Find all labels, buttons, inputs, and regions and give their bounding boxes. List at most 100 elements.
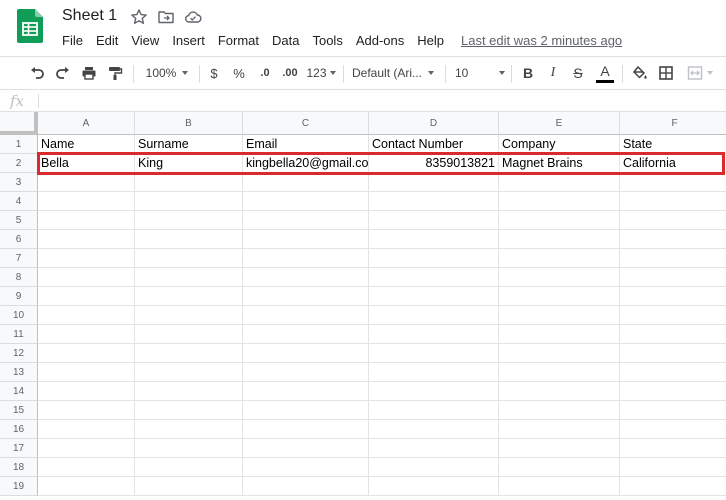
- cell-f18[interactable]: [620, 458, 726, 477]
- cell-a4[interactable]: [38, 192, 135, 211]
- cell-c16[interactable]: [243, 420, 369, 439]
- cell-e11[interactable]: [499, 325, 620, 344]
- cell-b8[interactable]: [135, 268, 243, 287]
- cell-b3[interactable]: [135, 173, 243, 192]
- row-header-4[interactable]: 4: [0, 192, 38, 211]
- menu-edit[interactable]: Edit: [96, 33, 118, 51]
- cell-d15[interactable]: [369, 401, 499, 420]
- cell-b2[interactable]: King: [135, 154, 243, 173]
- cell-b11[interactable]: [135, 325, 243, 344]
- cell-b18[interactable]: [135, 458, 243, 477]
- cell-b4[interactable]: [135, 192, 243, 211]
- cell-d8[interactable]: [369, 268, 499, 287]
- cell-d11[interactable]: [369, 325, 499, 344]
- cell-a1[interactable]: Name: [38, 135, 135, 154]
- row-header-18[interactable]: 18: [0, 458, 38, 477]
- row-header-17[interactable]: 17: [0, 439, 38, 458]
- cell-c6[interactable]: [243, 230, 369, 249]
- italic-button[interactable]: I: [543, 57, 563, 89]
- cell-b10[interactable]: [135, 306, 243, 325]
- row-header-9[interactable]: 9: [0, 287, 38, 306]
- more-formats-select[interactable]: 123: [304, 57, 338, 89]
- row-header-5[interactable]: 5: [0, 211, 38, 230]
- cell-e13[interactable]: [499, 363, 620, 382]
- row-header-14[interactable]: 14: [0, 382, 38, 401]
- cell-c11[interactable]: [243, 325, 369, 344]
- cell-f6[interactable]: [620, 230, 726, 249]
- borders-button[interactable]: [656, 57, 676, 89]
- cell-a19[interactable]: [38, 477, 135, 496]
- cell-f16[interactable]: [620, 420, 726, 439]
- cell-a6[interactable]: [38, 230, 135, 249]
- cell-f4[interactable]: [620, 192, 726, 211]
- sheets-logo-icon[interactable]: [17, 9, 43, 43]
- menu-add-ons[interactable]: Add-ons: [356, 33, 404, 51]
- cell-e2[interactable]: Magnet Brains: [499, 154, 620, 173]
- cell-c10[interactable]: [243, 306, 369, 325]
- cell-f17[interactable]: [620, 439, 726, 458]
- cell-b16[interactable]: [135, 420, 243, 439]
- cell-e15[interactable]: [499, 401, 620, 420]
- cell-e1[interactable]: Company: [499, 135, 620, 154]
- move-folder-icon[interactable]: [157, 8, 175, 26]
- select-all-corner[interactable]: [0, 112, 38, 135]
- cell-c1[interactable]: Email: [243, 135, 369, 154]
- cell-d2[interactable]: 8359013821: [369, 154, 499, 173]
- formula-input[interactable]: [46, 93, 716, 109]
- menu-view[interactable]: View: [131, 33, 159, 51]
- font-family-select[interactable]: Default (Ari...: [352, 57, 438, 89]
- decrease-decimal-button[interactable]: .0: [254, 57, 276, 89]
- cell-f5[interactable]: [620, 211, 726, 230]
- row-header-13[interactable]: 13: [0, 363, 38, 382]
- cell-d18[interactable]: [369, 458, 499, 477]
- cell-e6[interactable]: [499, 230, 620, 249]
- undo-button[interactable]: [26, 57, 48, 89]
- cell-a16[interactable]: [38, 420, 135, 439]
- cell-c7[interactable]: [243, 249, 369, 268]
- column-header-d[interactable]: D: [369, 112, 499, 135]
- cell-c14[interactable]: [243, 382, 369, 401]
- cell-c2[interactable]: kingbella20@gmail.com: [243, 154, 369, 173]
- row-header-3[interactable]: 3: [0, 173, 38, 192]
- cell-d17[interactable]: [369, 439, 499, 458]
- cell-e7[interactable]: [499, 249, 620, 268]
- cell-e19[interactable]: [499, 477, 620, 496]
- cell-a17[interactable]: [38, 439, 135, 458]
- cell-c12[interactable]: [243, 344, 369, 363]
- row-header-6[interactable]: 6: [0, 230, 38, 249]
- cell-c17[interactable]: [243, 439, 369, 458]
- cell-f11[interactable]: [620, 325, 726, 344]
- cell-a8[interactable]: [38, 268, 135, 287]
- cell-f2[interactable]: California: [620, 154, 726, 173]
- document-title[interactable]: Sheet 1: [62, 7, 117, 25]
- cell-a11[interactable]: [38, 325, 135, 344]
- cell-e17[interactable]: [499, 439, 620, 458]
- increase-decimal-button[interactable]: .00: [279, 57, 301, 89]
- menu-help[interactable]: Help: [417, 33, 444, 51]
- row-header-15[interactable]: 15: [0, 401, 38, 420]
- cell-b17[interactable]: [135, 439, 243, 458]
- cell-c13[interactable]: [243, 363, 369, 382]
- cell-c9[interactable]: [243, 287, 369, 306]
- column-header-f[interactable]: F: [620, 112, 726, 135]
- cell-f9[interactable]: [620, 287, 726, 306]
- menu-tools[interactable]: Tools: [312, 33, 342, 51]
- merge-cells-button[interactable]: [682, 57, 718, 89]
- cell-a3[interactable]: [38, 173, 135, 192]
- cell-e3[interactable]: [499, 173, 620, 192]
- cell-d13[interactable]: [369, 363, 499, 382]
- currency-format-button[interactable]: $: [205, 57, 223, 89]
- cell-a13[interactable]: [38, 363, 135, 382]
- cell-a2[interactable]: Bella: [38, 154, 135, 173]
- row-header-10[interactable]: 10: [0, 306, 38, 325]
- column-header-e[interactable]: E: [499, 112, 620, 135]
- cell-c19[interactable]: [243, 477, 369, 496]
- star-icon[interactable]: [130, 8, 148, 26]
- cell-d10[interactable]: [369, 306, 499, 325]
- fill-color-button[interactable]: [630, 57, 650, 89]
- row-header-8[interactable]: 8: [0, 268, 38, 287]
- cell-a15[interactable]: [38, 401, 135, 420]
- cell-b19[interactable]: [135, 477, 243, 496]
- cell-c4[interactable]: [243, 192, 369, 211]
- cell-e9[interactable]: [499, 287, 620, 306]
